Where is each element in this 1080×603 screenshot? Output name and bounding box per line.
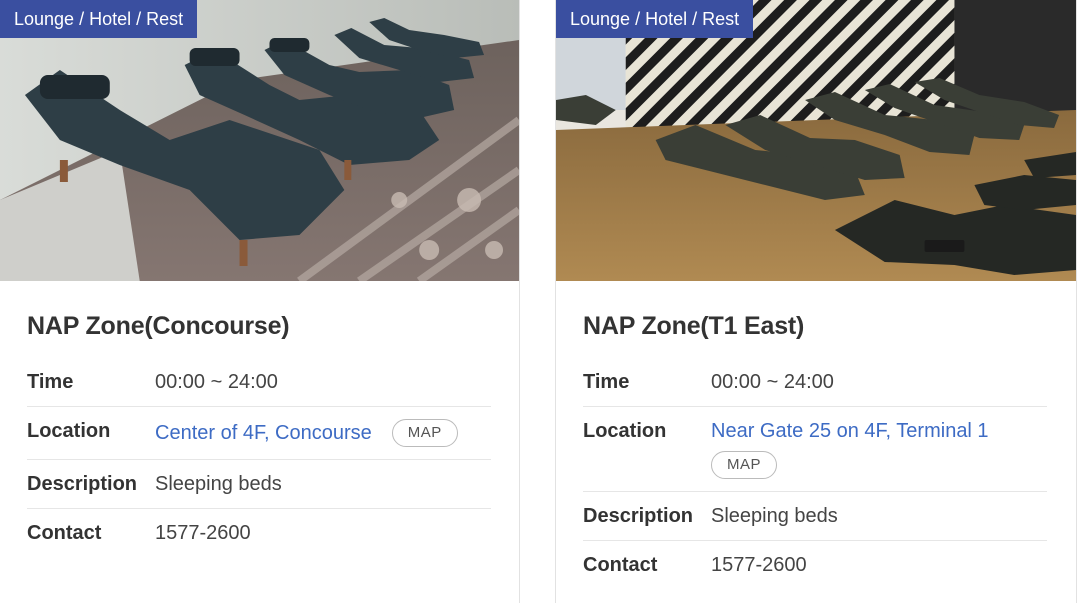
info-row-contact: Contact 1577-2600 <box>27 509 491 558</box>
description-label: Description <box>27 473 138 495</box>
contact-value: 1577-2600 <box>155 522 251 544</box>
facility-info-table: Time 00:00 ~ 24:00 Location Center of 4F… <box>27 358 491 558</box>
facility-title: NAP Zone(T1 East) <box>583 312 805 340</box>
category-tag: Lounge / Hotel / Rest <box>556 0 754 38</box>
map-button[interactable]: MAP <box>391 419 458 447</box>
time-label: Time <box>27 371 74 393</box>
facility-photo: Lounge / Hotel / Rest <box>0 0 519 281</box>
contact-label: Contact <box>583 554 658 576</box>
facility-title: NAP Zone(Concourse) <box>27 312 290 340</box>
info-row-location: Location Center of 4F, Concourse MAP <box>27 407 491 460</box>
map-button[interactable]: MAP <box>711 451 778 479</box>
location-label: Location <box>583 420 667 442</box>
facility-card-t1-east[interactable]: Lounge / Hotel / Rest NAP Zone(T1 East) … <box>555 0 1077 603</box>
info-row-time: Time 00:00 ~ 24:00 <box>583 358 1047 407</box>
description-label: Description <box>583 505 694 527</box>
contact-value: 1577-2600 <box>711 554 807 576</box>
contact-label: Contact <box>27 522 102 544</box>
info-row-time: Time 00:00 ~ 24:00 <box>27 358 491 407</box>
info-row-description: Description Sleeping beds <box>27 460 491 509</box>
time-value: 00:00 ~ 24:00 <box>155 371 278 393</box>
time-label: Time <box>583 371 630 393</box>
info-row-contact: Contact 1577-2600 <box>583 541 1047 590</box>
description-value: Sleeping beds <box>155 473 282 495</box>
info-row-location: Location Near Gate 25 on 4F, Terminal 1 … <box>583 407 1047 492</box>
description-value: Sleeping beds <box>711 505 838 527</box>
facility-card-concourse[interactable]: Lounge / Hotel / Rest NAP Zone(Concourse… <box>0 0 520 603</box>
location-label: Location <box>27 420 111 442</box>
facility-info-table: Time 00:00 ~ 24:00 Location Near Gate 25… <box>583 358 1047 590</box>
facility-photo: Lounge / Hotel / Rest <box>556 0 1076 281</box>
location-link[interactable]: Center of 4F, Concourse <box>155 421 372 445</box>
time-value: 00:00 ~ 24:00 <box>711 371 834 393</box>
location-link[interactable]: Near Gate 25 on 4F, Terminal 1 <box>711 419 989 443</box>
category-tag: Lounge / Hotel / Rest <box>0 0 198 38</box>
info-row-description: Description Sleeping beds <box>583 492 1047 541</box>
